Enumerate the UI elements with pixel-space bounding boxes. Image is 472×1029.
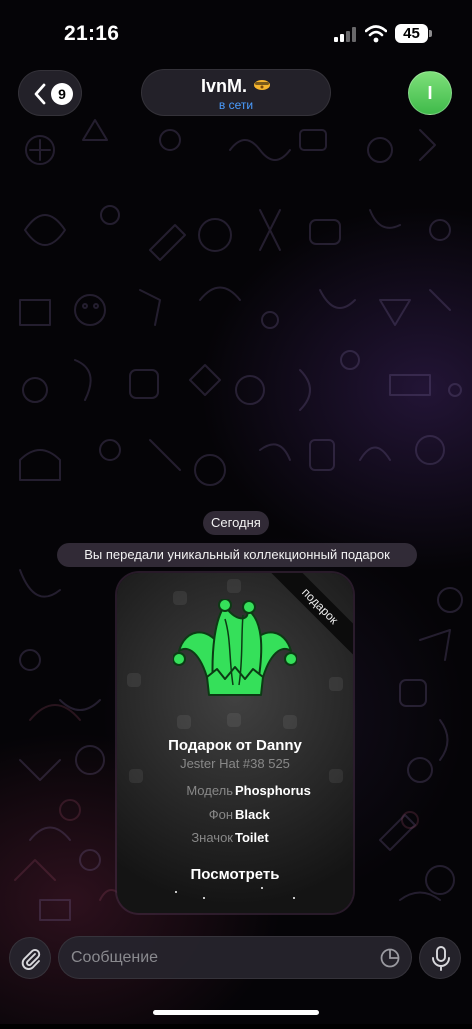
chat-name-row: IvnM. [142,76,330,97]
status-time: 21:16 [64,22,120,45]
attribute-key: Модель [186,783,233,798]
gift-subtitle: Jester Hat #38 525 [180,756,290,771]
pattern-dot [227,579,241,593]
mic-button[interactable] [419,937,461,979]
pattern-dot [329,769,343,783]
attribute-key: Значок [191,830,233,845]
chevron-left-icon [34,83,46,105]
gift-attribute-row: Фон Black [117,807,353,825]
attach-button[interactable] [9,937,51,979]
attribute-value: Toilet [235,830,269,845]
chat-online-status: в сети [218,98,254,112]
pattern-dot [129,769,143,783]
back-button[interactable]: 9 [18,70,82,116]
emoji-status-icon [254,80,270,90]
status-bar: 21:16 45 [0,0,472,66]
microphone-icon [432,946,450,971]
date-separator: Сегодня [203,511,269,535]
unread-count-badge: 9 [51,83,73,105]
sparkle [203,897,205,899]
sparkle [261,887,263,889]
jester-hat-icon [173,599,297,696]
gift-attribute-row: Модель Phosphorus [117,783,353,801]
gift-attribute-row: Значок Toilet [117,830,353,848]
attribute-value: Phosphorus [235,783,311,798]
pattern-dot [177,715,191,729]
home-indicator[interactable] [153,1010,319,1015]
wifi-icon [365,25,387,43]
paperclip-icon [21,949,41,970]
pattern-dot [127,673,141,687]
chat-name: IvnM. [200,76,247,96]
view-gift-button[interactable]: Посмотреть [175,861,295,889]
message-input[interactable]: Сообщение [58,936,412,979]
attribute-key: Фон [208,807,233,822]
pattern-dot [329,677,343,691]
avatar[interactable]: I [408,71,452,115]
battery-icon: 45 [395,24,428,43]
sparkle [175,891,177,893]
sticker-icon[interactable] [380,948,400,968]
battery-tip [429,30,432,37]
gift-title: Подарок от Danny [168,737,302,754]
chat-title-button[interactable]: IvnM. в сети [141,69,331,116]
gift-card[interactable]: подарок Подарок от Danny Jester Hat #38 … [117,573,353,913]
sparkle [293,897,295,899]
pattern-dot [227,713,241,727]
pattern-dot [283,715,297,729]
attribute-value: Black [235,807,270,822]
service-message: Вы передали уникальный коллекционный под… [57,543,417,567]
signal-icon [334,27,356,42]
